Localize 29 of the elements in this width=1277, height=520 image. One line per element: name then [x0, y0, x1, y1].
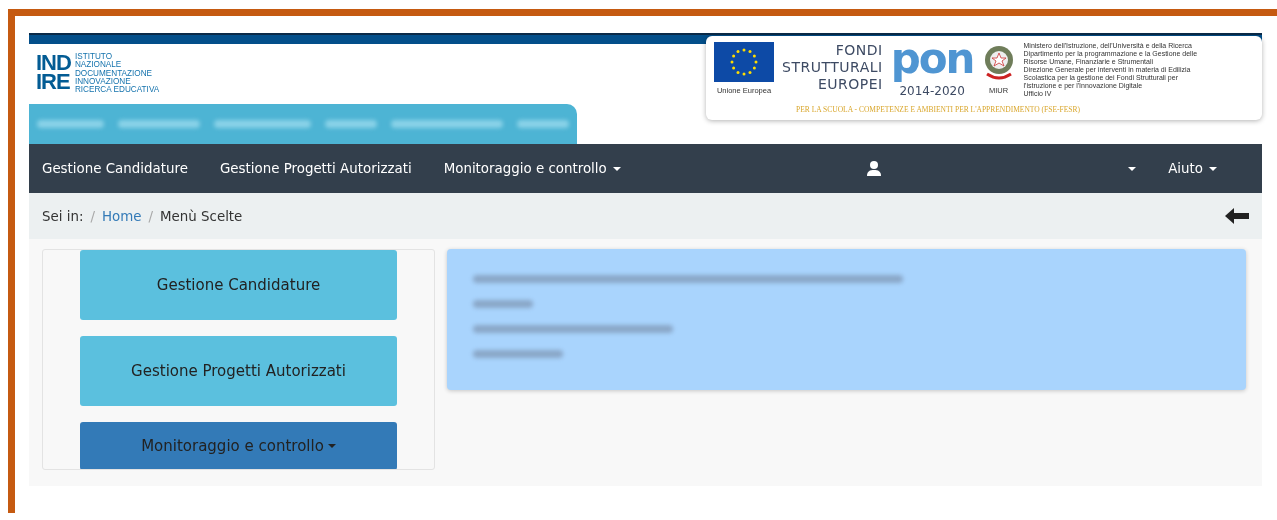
logo-mark: IRE — [36, 72, 70, 91]
years-text: 2014-2020 — [899, 84, 965, 98]
breadcrumb-separator: / — [148, 208, 153, 224]
breadcrumb-label: Sei in: — [42, 208, 84, 224]
breadcrumb-separator: / — [90, 208, 95, 224]
menu-button[interactable]: Gestione Candidature — [80, 250, 397, 320]
flag-icon — [714, 42, 774, 82]
logo-text: INNOVAZIONE — [74, 77, 132, 86]
logo-mark: IND — [36, 53, 71, 72]
fondi-text: EUROPEI — [816, 76, 883, 93]
breadcrumb-link[interactable]: Home — [101, 208, 142, 224]
nav-dropdown[interactable]: Monitoraggio e controllo — [443, 161, 621, 176]
fondi-text: STRUTTURALI — [782, 59, 883, 76]
logo-text: NAZIONALE — [74, 61, 123, 70]
breadcrumb-current: Menù Scelte — [160, 208, 243, 224]
nav-link[interactable]: Gestione Progetti Autorizzati — [219, 161, 412, 176]
back-arrow-icon[interactable] — [1225, 208, 1249, 224]
nav-dropdown[interactable]: Aiuto — [1168, 161, 1217, 176]
logo-text: DOCUMENTAZIONE — [74, 69, 154, 78]
logo-text: RICERCA EDUCATIVA — [74, 86, 160, 95]
nav-link[interactable]: Gestione Candidature — [42, 161, 188, 176]
caret-icon[interactable] — [1128, 166, 1137, 171]
caret-icon — [1209, 166, 1217, 171]
menu-button[interactable]: Gestione Progetti Autorizzati — [80, 336, 397, 406]
logo-text: ISTITUTO — [74, 53, 114, 61]
pon-logo-text: pon — [890, 34, 974, 84]
fondi-text: FONDI — [834, 42, 883, 59]
menu-button[interactable]: Monitoraggio e controllo — [80, 422, 397, 469]
caret-icon — [612, 166, 621, 171]
